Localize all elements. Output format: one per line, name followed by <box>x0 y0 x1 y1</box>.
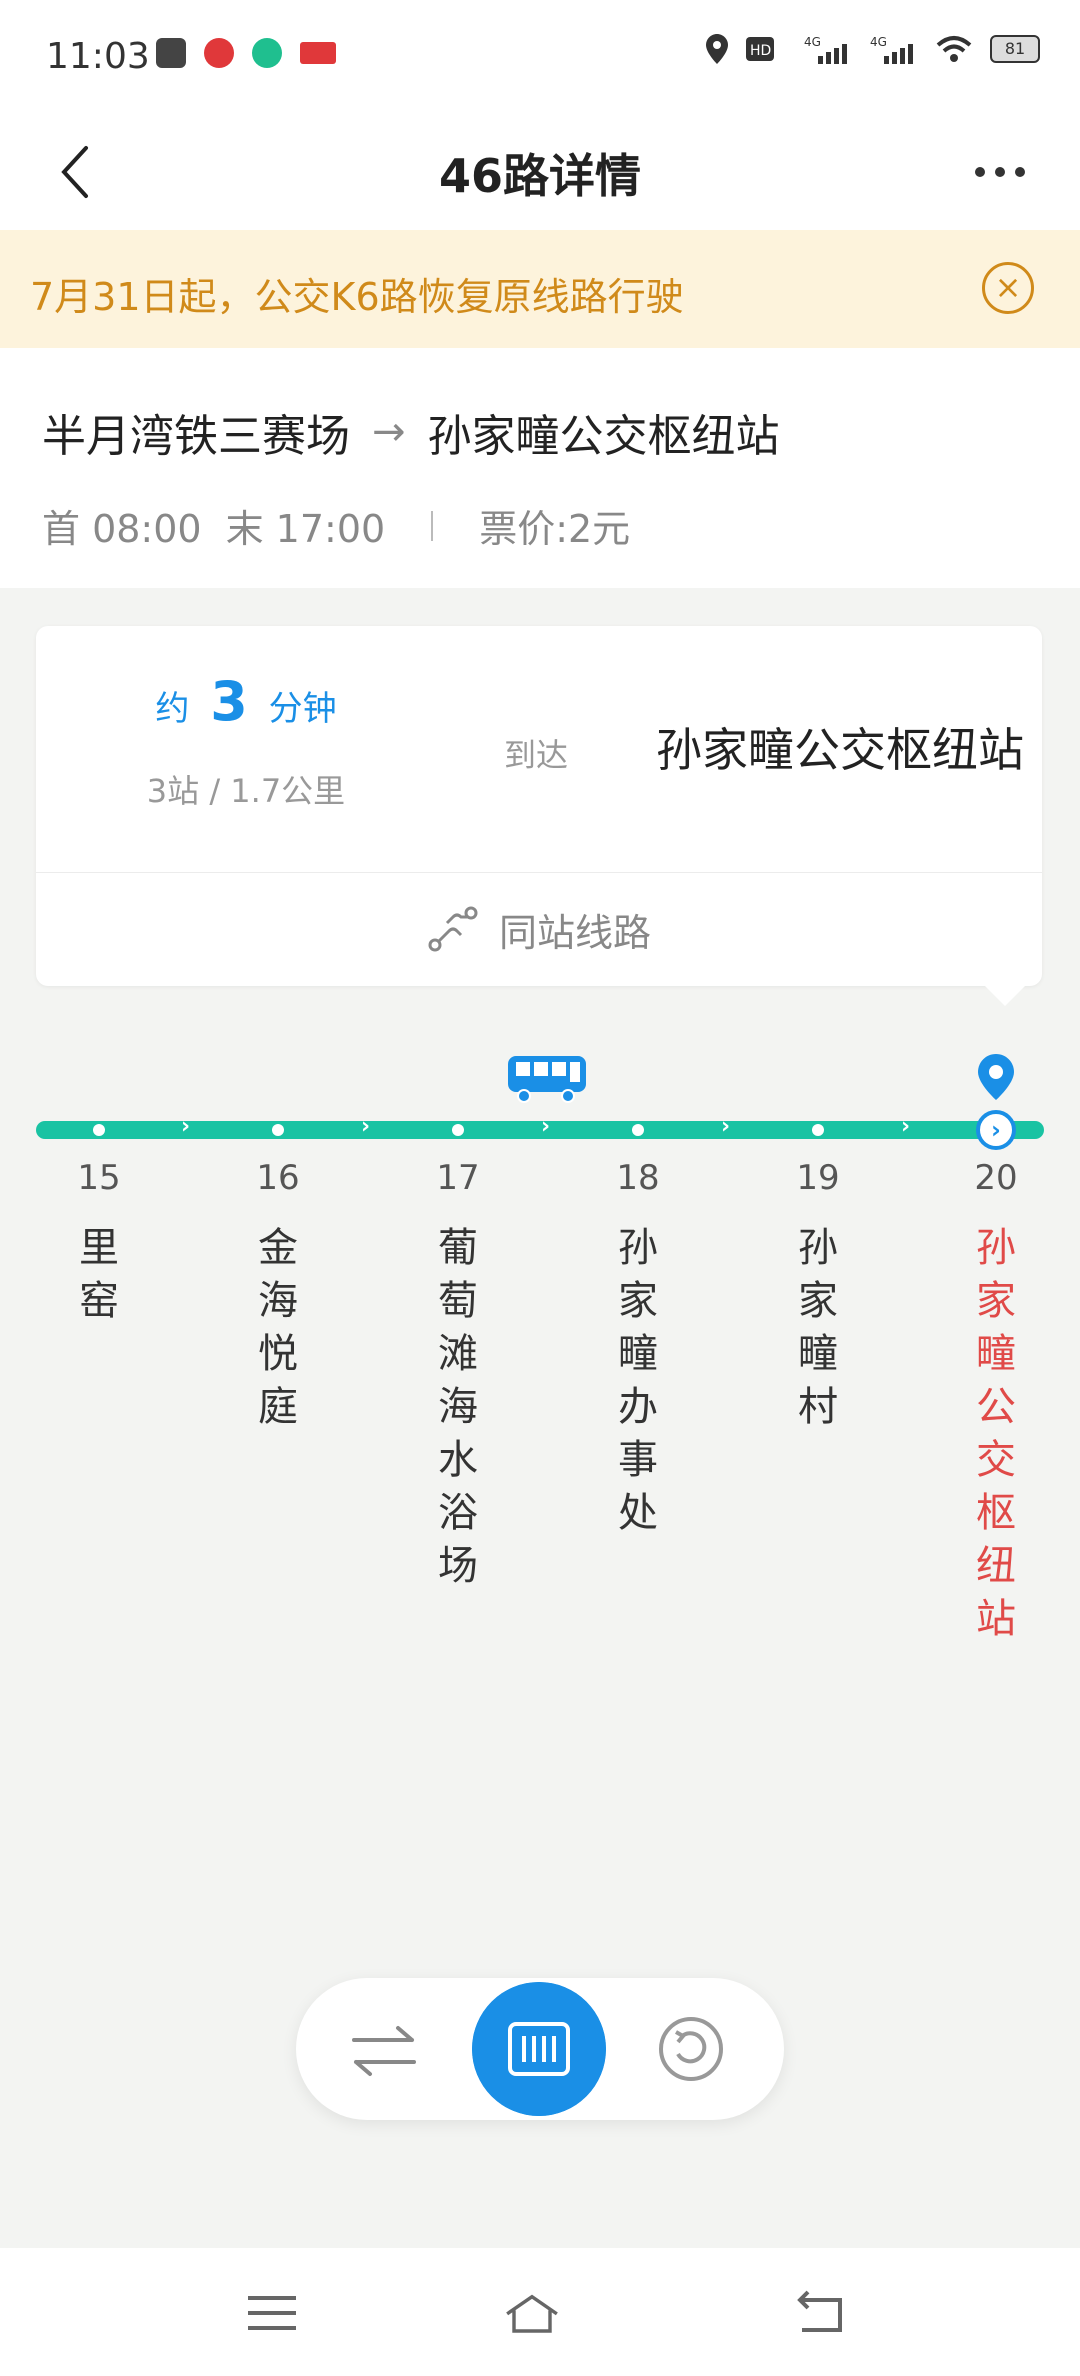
toutiao-icon <box>300 42 336 64</box>
direction-chevron-icon: › <box>541 1114 551 1139</box>
station-item[interactable]: 19 孙家疃村 <box>783 1158 853 1434</box>
station-number: 19 <box>796 1158 840 1198</box>
bus-code-button[interactable] <box>472 1982 606 2116</box>
svg-text:4G: 4G <box>804 35 821 49</box>
app-header: 46路详情 <box>0 112 1080 231</box>
station-item-current[interactable]: 20 孙家疃公交枢纽站 <box>961 1158 1031 1646</box>
eta-suffix: 分钟 <box>268 689 337 729</box>
swap-direction-icon[interactable] <box>348 2022 420 2078</box>
card-pointer <box>985 986 1025 1006</box>
current-station-marker: › <box>976 1110 1016 1150</box>
wifi-icon <box>936 36 972 62</box>
first-bus-time: 首 08:00 <box>42 507 202 551</box>
svg-text:4G: 4G <box>870 35 887 49</box>
app-green-icon <box>252 38 282 68</box>
signal-4g-icon: 4G <box>870 35 913 64</box>
station-number: 16 <box>256 1158 300 1198</box>
station-number: 18 <box>616 1158 660 1198</box>
station-number: 15 <box>77 1158 121 1198</box>
route-meta: 首 08:00 末 17:00 票价:2元 <box>42 498 630 553</box>
direction-chevron-icon: › <box>361 1114 371 1139</box>
bottom-controls <box>296 1978 784 2120</box>
stop-dot <box>272 1124 284 1136</box>
bus-icon <box>508 1056 586 1103</box>
station-item[interactable]: 17 葡萄滩海水浴场 <box>423 1158 493 1593</box>
station-name: 孙家疃公交枢纽站 <box>976 1225 1016 1642</box>
same-lines-label: 同站线路 <box>498 910 651 955</box>
back-nav-icon[interactable] <box>790 2288 850 2338</box>
eta-card: 约 3 分钟 3站 / 1.7公里 到达 孙家疃公交枢纽站 同站线路 <box>36 626 1042 986</box>
eta-minutes: 3 <box>210 670 248 733</box>
page-title: 46路详情 <box>438 149 641 203</box>
route-info: 半月湾铁三赛场 → 孙家疃公交枢纽站 首 08:00 末 17:00 票价:2元 <box>0 348 1080 588</box>
refresh-icon[interactable] <box>656 2014 726 2084</box>
direction-chevron-icon: › <box>901 1114 911 1139</box>
same-station-lines-button[interactable]: 同站线路 <box>36 872 1042 986</box>
arrive-label: 到达 <box>504 736 569 774</box>
stop-dot <box>452 1124 464 1136</box>
status-time: 11:03 <box>46 36 150 77</box>
notice-text: 7月31日起，公交K6路恢复原线路行驶 <box>30 275 684 319</box>
more-dot-icon <box>975 167 985 177</box>
route-origin: 半月湾铁三赛场 <box>42 411 350 462</box>
more-options-button[interactable] <box>960 142 1040 202</box>
hd-icon: HD <box>746 37 774 61</box>
location-icon <box>706 34 728 64</box>
stop-dot <box>812 1124 824 1136</box>
route-icon <box>428 906 478 952</box>
station-name: 金海悦庭 <box>258 1225 298 1430</box>
station-name: 里窑 <box>79 1225 119 1324</box>
notice-banner: 7月31日起，公交K6路恢复原线路行驶 × <box>0 230 1080 348</box>
notification-icons <box>156 38 336 68</box>
svg-text:HD: HD <box>750 43 771 59</box>
route-destination: 孙家疃公交枢纽站 <box>427 411 780 462</box>
app-red-icon <box>204 38 234 68</box>
direction-chevron-icon: › <box>721 1114 731 1139</box>
fare-text: 票价:2元 <box>479 507 631 551</box>
eta-distance: 3站 / 1.7公里 <box>146 772 346 810</box>
battery-indicator: 81 <box>990 35 1040 63</box>
home-icon[interactable] <box>502 2288 562 2338</box>
arrive-station: 孙家疃公交枢纽站 <box>656 723 1024 777</box>
stop-dot <box>632 1124 644 1136</box>
eta-time: 约 3 分钟 <box>36 670 456 733</box>
direction-chevron-icon: › <box>181 1114 191 1139</box>
status-right: HD 4G 4G 81 <box>706 34 1040 64</box>
eta-prefix: 约 <box>155 689 190 729</box>
last-bus-time: 末 17:00 <box>225 507 386 551</box>
station-item[interactable]: 15 里窑 <box>64 1158 134 1328</box>
close-icon[interactable]: × <box>982 262 1034 314</box>
status-bar: 11:03 HD 4G 4G 81 <box>0 0 1080 112</box>
menu-icon[interactable] <box>242 2288 302 2338</box>
station-item[interactable]: 16 金海悦庭 <box>243 1158 313 1434</box>
station-number: 20 <box>974 1158 1018 1198</box>
system-nav-bar <box>0 2248 1080 2376</box>
route-arrow: → <box>372 409 406 455</box>
station-name: 葡萄滩海水浴场 <box>438 1225 478 1589</box>
station-name: 孙家疃办事处 <box>618 1225 658 1536</box>
station-name: 孙家疃村 <box>798 1225 838 1430</box>
station-number: 17 <box>436 1158 480 1198</box>
meta-divider <box>431 510 434 541</box>
more-dot-icon <box>995 167 1005 177</box>
route-direction: 半月湾铁三赛场 → 孙家疃公交枢纽站 <box>42 400 780 464</box>
more-dot-icon <box>1015 167 1025 177</box>
signal-4g-icon: 4G <box>804 35 847 64</box>
destination-pin-icon <box>978 1054 1014 1100</box>
calendar-icon <box>156 38 186 68</box>
station-item[interactable]: 18 孙家疃办事处 <box>603 1158 673 1540</box>
stop-dot <box>93 1124 105 1136</box>
